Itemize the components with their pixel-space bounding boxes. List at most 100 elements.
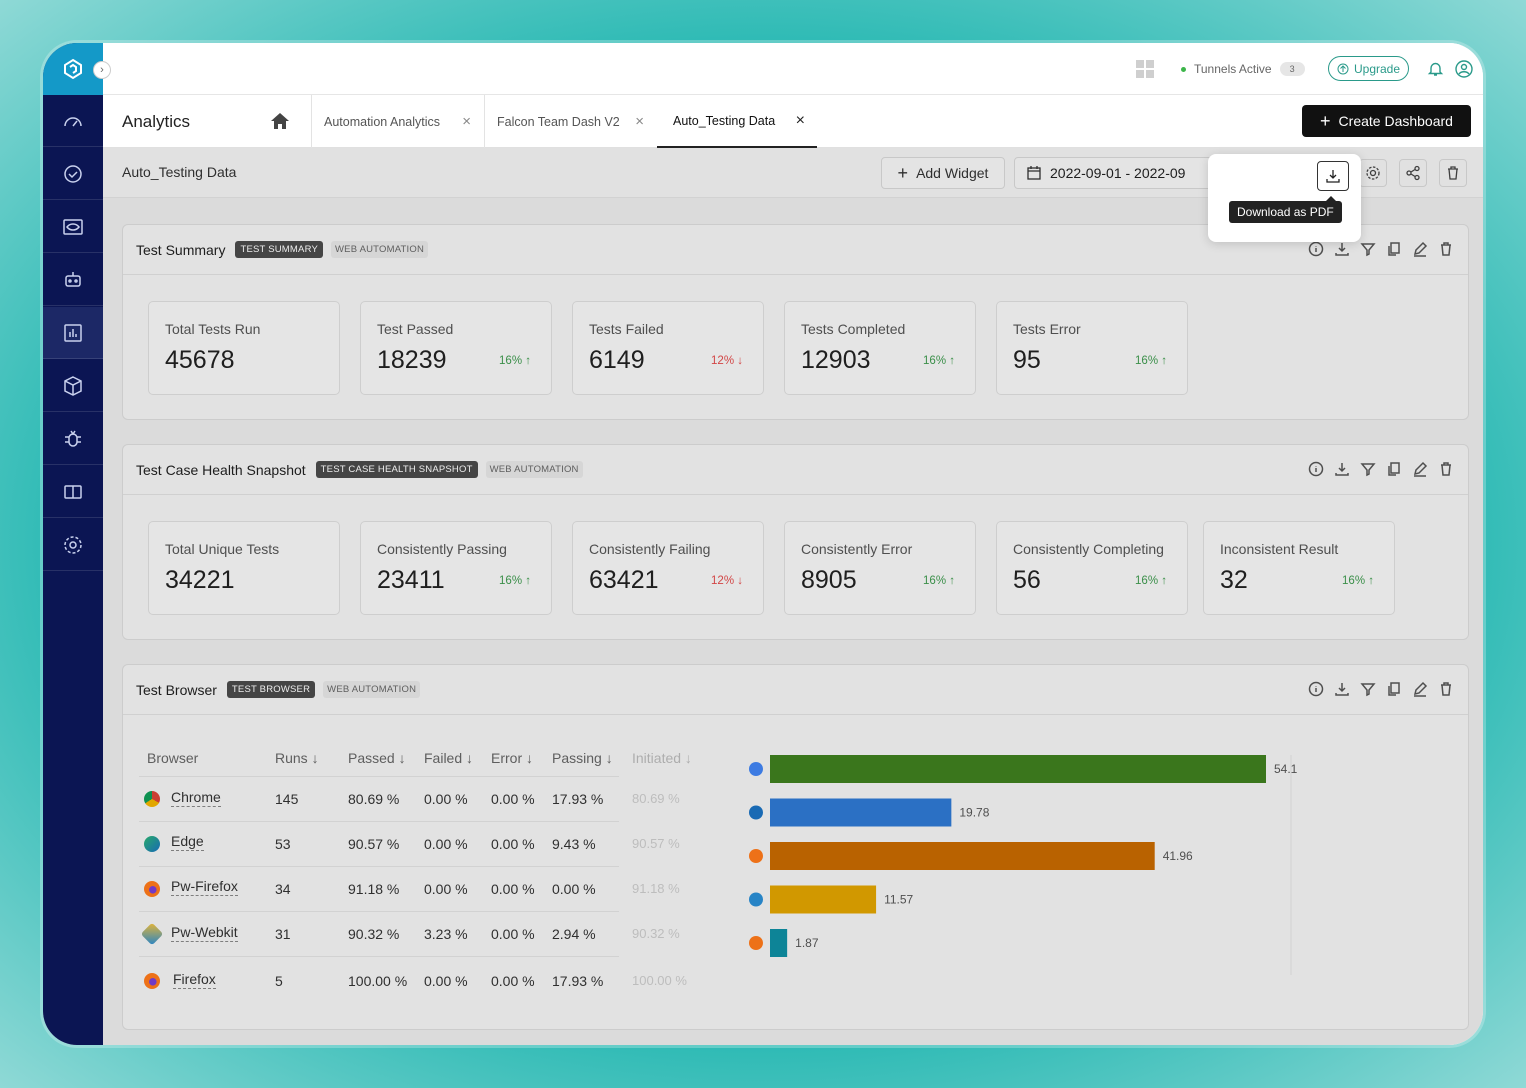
chart-bar[interactable] bbox=[770, 755, 1266, 783]
dashboard-settings-button[interactable] bbox=[1359, 159, 1387, 187]
metric-card[interactable]: Total Unique Tests 34221 bbox=[148, 521, 340, 615]
filter-icon[interactable] bbox=[1360, 241, 1376, 257]
firefox-icon bbox=[144, 973, 160, 989]
metric-card[interactable]: Consistently Error 8905 16% ↑ bbox=[784, 521, 976, 615]
create-dashboard-button[interactable]: + Create Dashboard bbox=[1302, 105, 1471, 137]
sidebar-item-analytics[interactable] bbox=[43, 307, 103, 359]
close-icon[interactable]: × bbox=[462, 113, 471, 130]
dashboard-tab-bar: Analytics Automation Analytics × Falcon … bbox=[103, 95, 1483, 148]
failed-cell: 0.00 % bbox=[424, 836, 468, 852]
book-icon bbox=[64, 484, 82, 499]
edit-icon[interactable] bbox=[1412, 241, 1428, 257]
sidebar-item-visual[interactable] bbox=[43, 201, 103, 253]
metric-value: 6149 bbox=[589, 346, 645, 374]
close-icon[interactable]: × bbox=[635, 113, 644, 130]
trash-icon[interactable] bbox=[1438, 241, 1454, 257]
tooltip-arrow bbox=[1326, 196, 1336, 201]
sidebar-item-automation[interactable] bbox=[43, 254, 103, 306]
initiated-cell: 90.57 % bbox=[632, 836, 680, 851]
tunnels-status[interactable]: Tunnels Active 3 bbox=[1181, 57, 1305, 81]
sidebar-item-dashboard[interactable] bbox=[43, 95, 103, 147]
date-range-picker[interactable]: 2022-09-01 - 2022-09 bbox=[1014, 157, 1214, 189]
metric-card[interactable]: Inconsistent Result 32 16% ↑ bbox=[1203, 521, 1395, 615]
download-icon[interactable] bbox=[1334, 461, 1350, 477]
widget-type-tag: TEST CASE HEALTH SNAPSHOT bbox=[315, 461, 478, 478]
browser-name-link[interactable]: Pw-Firefox bbox=[171, 878, 238, 896]
date-range-value: 2022-09-01 - 2022-09 bbox=[1050, 165, 1186, 181]
sidebar-item-builds[interactable] bbox=[43, 360, 103, 412]
download-icon[interactable] bbox=[1334, 241, 1350, 257]
runs-cell: 145 bbox=[275, 791, 299, 807]
filter-icon[interactable] bbox=[1360, 681, 1376, 697]
metric-trend: 16% ↑ bbox=[499, 355, 531, 367]
edit-icon[interactable] bbox=[1412, 681, 1428, 697]
trash-icon[interactable] bbox=[1438, 461, 1454, 477]
user-avatar-icon[interactable] bbox=[1455, 60, 1473, 83]
sidebar-toggle-button[interactable]: › bbox=[93, 61, 111, 79]
widget-actions bbox=[1308, 461, 1454, 477]
metric-card[interactable]: Tests Failed 6149 12% ↓ bbox=[572, 301, 764, 395]
add-widget-button[interactable]: + Add Widget bbox=[881, 157, 1005, 189]
delete-dashboard-button[interactable] bbox=[1439, 159, 1467, 187]
metric-card[interactable]: Consistently Failing 63421 12% ↓ bbox=[572, 521, 764, 615]
metric-card[interactable]: Consistently Passing 23411 16% ↑ bbox=[360, 521, 552, 615]
apps-grid-icon[interactable] bbox=[1136, 60, 1154, 78]
sidebar-item-integrations[interactable] bbox=[43, 466, 103, 518]
runs-cell: 31 bbox=[275, 926, 291, 942]
column-header-failed[interactable]: Failed ↓ bbox=[424, 750, 473, 766]
home-icon[interactable] bbox=[270, 112, 290, 135]
bell-icon[interactable] bbox=[1427, 60, 1444, 82]
chart-bar[interactable] bbox=[770, 885, 877, 914]
download-icon bbox=[1326, 170, 1340, 183]
sidebar-item-settings[interactable] bbox=[43, 519, 103, 571]
chart-bar[interactable] bbox=[770, 842, 1155, 870]
edit-icon[interactable] bbox=[1412, 461, 1428, 477]
tab-auto-testing-data[interactable]: Auto_Testing Data × bbox=[657, 95, 817, 148]
widget-actions bbox=[1308, 241, 1454, 257]
close-icon[interactable]: × bbox=[796, 112, 805, 130]
upgrade-button[interactable]: Upgrade bbox=[1328, 56, 1409, 81]
sidebar-item-realtime[interactable] bbox=[43, 148, 103, 200]
browser-name-link[interactable]: Pw-Webkit bbox=[171, 924, 238, 942]
firefox-icon bbox=[144, 881, 160, 897]
tab-automation-analytics[interactable]: Automation Analytics × bbox=[312, 95, 483, 148]
info-icon[interactable] bbox=[1308, 241, 1324, 257]
metric-label: Tests Failed bbox=[589, 321, 664, 337]
metric-value: 34221 bbox=[165, 566, 235, 594]
metric-card[interactable]: Consistently Completing 56 16% ↑ bbox=[996, 521, 1188, 615]
trash-icon[interactable] bbox=[1438, 681, 1454, 697]
metric-card[interactable]: Tests Error 95 16% ↑ bbox=[996, 301, 1188, 395]
browser-bar-chart: 54.1 19.78 41.96 11.57 1.87 bbox=[749, 755, 1298, 975]
column-header-passing[interactable]: Passing ↓ bbox=[552, 750, 613, 766]
tab-label: Automation Analytics bbox=[324, 114, 441, 129]
column-header-browser[interactable]: Browser bbox=[147, 750, 198, 766]
share-button[interactable] bbox=[1399, 159, 1427, 187]
copy-icon[interactable] bbox=[1386, 241, 1402, 257]
column-header-passed[interactable]: Passed ↓ bbox=[348, 750, 406, 766]
sidebar-item-issues[interactable] bbox=[43, 413, 103, 465]
download-pdf-button[interactable] bbox=[1317, 161, 1349, 191]
column-header-runs[interactable]: Runs ↓ bbox=[275, 750, 319, 766]
column-header-error[interactable]: Error ↓ bbox=[491, 750, 533, 766]
metric-card[interactable]: Total Tests Run 45678 bbox=[148, 301, 340, 395]
info-icon[interactable] bbox=[1308, 461, 1324, 477]
metric-label: Total Tests Run bbox=[165, 321, 261, 337]
widget-category-tag: WEB AUTOMATION bbox=[485, 461, 583, 478]
tab-falcon-team-dash[interactable]: Falcon Team Dash V2 × bbox=[485, 95, 656, 148]
browser-name-link[interactable]: Chrome bbox=[171, 789, 221, 807]
column-header-initiated[interactable]: Initiated ↓ bbox=[632, 750, 692, 766]
tab-label: Falcon Team Dash V2 bbox=[497, 114, 620, 129]
chart-bar[interactable] bbox=[770, 798, 952, 827]
metric-card[interactable]: Tests Completed 12903 16% ↑ bbox=[784, 301, 976, 395]
download-icon[interactable] bbox=[1334, 681, 1350, 697]
chart-bar[interactable] bbox=[770, 929, 788, 957]
browser-name-link[interactable]: Edge bbox=[171, 833, 204, 851]
cube-icon bbox=[64, 375, 82, 396]
error-cell: 0.00 % bbox=[491, 791, 535, 807]
filter-icon[interactable] bbox=[1360, 461, 1376, 477]
info-icon[interactable] bbox=[1308, 681, 1324, 697]
browser-name-link[interactable]: Firefox bbox=[173, 971, 216, 989]
metric-card[interactable]: Test Passed 18239 16% ↑ bbox=[360, 301, 552, 395]
copy-icon[interactable] bbox=[1386, 461, 1402, 477]
copy-icon[interactable] bbox=[1386, 681, 1402, 697]
